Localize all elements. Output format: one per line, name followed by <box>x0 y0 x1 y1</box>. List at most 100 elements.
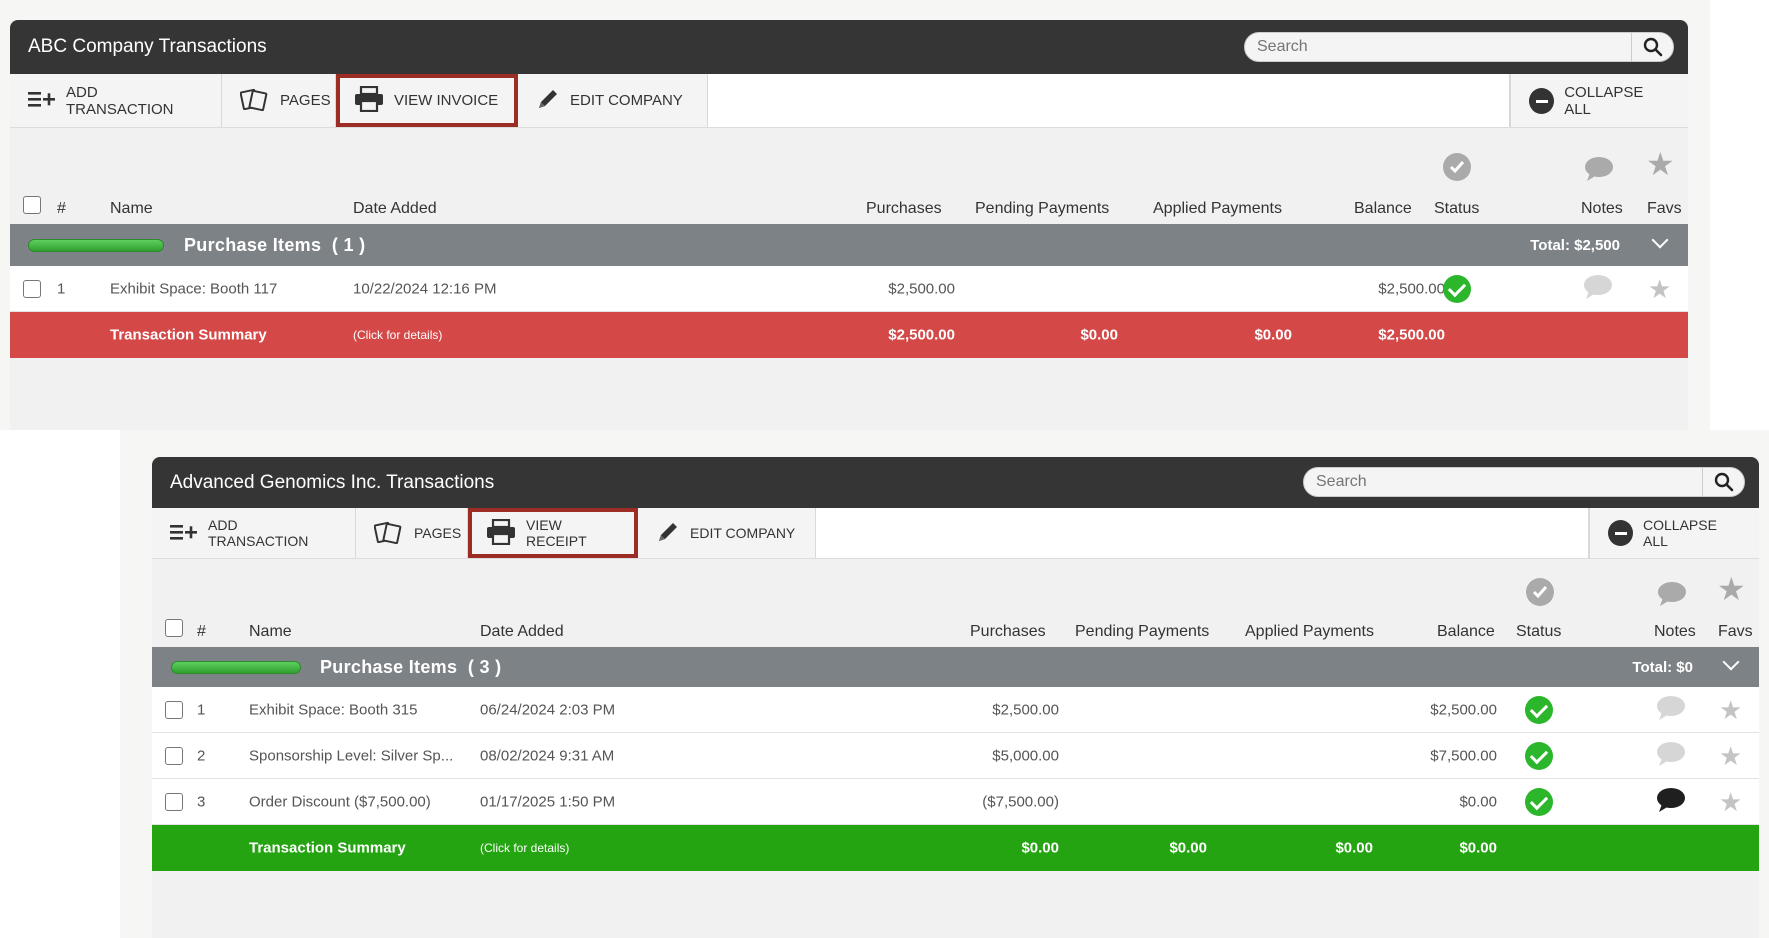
edit-company-label: EDIT COMPANY <box>570 92 683 109</box>
col-balance[interactable]: Balance <box>1354 200 1412 218</box>
collapse-all-button[interactable]: COLLAPSE ALL <box>1510 74 1688 127</box>
row-name[interactable]: Order Discount ($7,500.00) <box>249 793 431 810</box>
table-row[interactable]: 3 Order Discount ($7,500.00) 01/17/2025 … <box>152 779 1759 825</box>
edit-company-button[interactable]: EDIT COMPANY <box>638 508 816 558</box>
row-number: 1 <box>57 280 66 297</box>
search-input[interactable] <box>1304 468 1702 496</box>
col-status[interactable]: Status <box>1516 623 1561 641</box>
search-input[interactable] <box>1245 33 1631 61</box>
notes-bubble-icon[interactable] <box>1583 274 1613 304</box>
col-pending-payments[interactable]: Pending Payments <box>975 200 1109 218</box>
transaction-summary-row[interactable]: Transaction Summary (Click for details) … <box>10 312 1688 358</box>
notes-bubble-icon[interactable] <box>1656 741 1686 771</box>
pages-button[interactable]: PAGES <box>222 74 336 127</box>
chevron-down-icon[interactable] <box>1651 231 1669 249</box>
col-status[interactable]: Status <box>1434 200 1479 218</box>
group-purchase-items[interactable]: Purchase Items ( 3 ) Total: $0 <box>152 647 1759 687</box>
col-name[interactable]: Name <box>249 623 292 641</box>
group-total: Total: $0 <box>1632 658 1693 676</box>
view-invoice-button[interactable]: VIEW INVOICE <box>336 74 518 127</box>
status-check-icon[interactable] <box>1525 695 1553 724</box>
status-check-icon[interactable] <box>1443 274 1471 303</box>
transaction-summary-row[interactable]: Transaction Summary (Click for details) … <box>152 825 1759 871</box>
group-total: Total: $2,500 <box>1530 236 1620 254</box>
table-row[interactable]: 1 Exhibit Space: Booth 117 10/22/2024 12… <box>10 266 1688 312</box>
add-transaction-button[interactable]: ADD TRANSACTION <box>152 508 356 558</box>
notes-bubble-icon[interactable] <box>1656 695 1686 725</box>
toolbar: ADD TRANSACTION PAGES VIEW RECEIPT EDIT … <box>152 508 1759 559</box>
row-balance: $7,500.00 <box>1430 747 1497 764</box>
favorite-star-icon[interactable]: ★ <box>1648 276 1671 302</box>
table-header: # Name Date Added Purchases Pending Paym… <box>152 559 1759 647</box>
row-balance: $2,500.00 <box>1430 701 1497 718</box>
favorite-star-icon[interactable]: ★ <box>1719 789 1742 815</box>
row-date: 10/22/2024 12:16 PM <box>353 280 497 297</box>
summary-applied: $0.00 <box>1335 839 1373 857</box>
pages-button[interactable]: PAGES <box>356 508 468 558</box>
row-name[interactable]: Exhibit Space: Booth 315 <box>249 701 417 718</box>
col-purchases[interactable]: Purchases <box>970 623 1046 641</box>
col-pending-payments[interactable]: Pending Payments <box>1075 623 1209 641</box>
col-notes[interactable]: Notes <box>1581 200 1623 218</box>
row-checkbox[interactable] <box>165 701 183 719</box>
collapse-all-button[interactable]: COLLAPSE ALL <box>1589 508 1759 558</box>
row-number: 1 <box>197 701 206 718</box>
search-icon[interactable] <box>1631 33 1673 61</box>
add-transaction-label: ADD TRANSACTION <box>208 517 309 549</box>
search-box <box>1244 32 1674 62</box>
table-header: # Name Date Added Purchases Pending Paym… <box>10 128 1688 224</box>
summary-balance: $2,500.00 <box>1378 326 1445 344</box>
select-all-checkbox[interactable] <box>165 619 183 637</box>
col-balance[interactable]: Balance <box>1437 623 1495 641</box>
panel-titlebar: ABC Company Transactions <box>10 20 1688 74</box>
select-all-checkbox[interactable] <box>23 196 41 214</box>
row-checkbox[interactable] <box>165 747 183 765</box>
row-number: 2 <box>197 747 206 764</box>
chevron-down-icon[interactable] <box>1722 653 1740 671</box>
collapse-all-label: COLLAPSE ALL <box>1643 517 1717 549</box>
status-check-icon[interactable] <box>1525 787 1553 816</box>
group-purchase-items[interactable]: Purchase Items ( 1 ) Total: $2,500 <box>10 224 1688 266</box>
add-transaction-button[interactable]: ADD TRANSACTION <box>10 74 222 127</box>
summary-hint: (Click for details) <box>480 841 570 855</box>
favorite-star-icon[interactable]: ★ <box>1719 697 1742 723</box>
col-name[interactable]: Name <box>110 200 153 218</box>
status-header-icon <box>1526 578 1554 611</box>
col-favs[interactable]: Favs <box>1647 200 1682 218</box>
favorite-star-icon[interactable]: ★ <box>1719 743 1742 769</box>
search-box <box>1303 467 1745 497</box>
col-favs[interactable]: Favs <box>1718 623 1753 641</box>
pages-label: PAGES <box>414 525 462 541</box>
printer-icon <box>354 85 384 116</box>
col-notes[interactable]: Notes <box>1654 623 1696 641</box>
status-check-icon[interactable] <box>1525 741 1553 770</box>
summary-pending: $0.00 <box>1169 839 1207 857</box>
row-purchases: $5,000.00 <box>992 747 1059 764</box>
table-row[interactable]: 1 Exhibit Space: Booth 315 06/24/2024 2:… <box>152 687 1759 733</box>
col-purchases[interactable]: Purchases <box>866 200 942 218</box>
group-progress-bar <box>28 238 164 252</box>
col-date-added[interactable]: Date Added <box>480 623 564 641</box>
search-icon[interactable] <box>1702 468 1744 496</box>
row-checkbox[interactable] <box>23 280 41 298</box>
view-receipt-button[interactable]: VIEW RECEIPT <box>468 508 638 558</box>
col-date-added[interactable]: Date Added <box>353 200 437 218</box>
notes-header-icon <box>1584 156 1614 187</box>
group-progress-bar <box>171 660 301 674</box>
pencil-icon <box>536 87 560 115</box>
notes-bubble-filled-icon[interactable] <box>1656 787 1686 817</box>
toolbar: ADD TRANSACTION PAGES VIEW INVOICE EDIT … <box>10 74 1688 128</box>
summary-purchases: $0.00 <box>1021 839 1059 857</box>
view-invoice-label: VIEW INVOICE <box>394 92 499 109</box>
summary-label: Transaction Summary <box>249 839 406 857</box>
table-row[interactable]: 2 Sponsorship Level: Silver Sp... 08/02/… <box>152 733 1759 779</box>
row-name[interactable]: Sponsorship Level: Silver Sp... <box>249 747 453 764</box>
col-number: # <box>197 623 206 640</box>
row-checkbox[interactable] <box>165 793 183 811</box>
row-name[interactable]: Exhibit Space: Booth 117 <box>110 280 277 297</box>
col-applied-payments[interactable]: Applied Payments <box>1245 623 1374 641</box>
view-receipt-label: VIEW RECEIPT <box>526 517 587 549</box>
edit-company-button[interactable]: EDIT COMPANY <box>518 74 708 127</box>
row-purchases: ($7,500.00) <box>982 793 1059 810</box>
col-applied-payments[interactable]: Applied Payments <box>1153 200 1282 218</box>
